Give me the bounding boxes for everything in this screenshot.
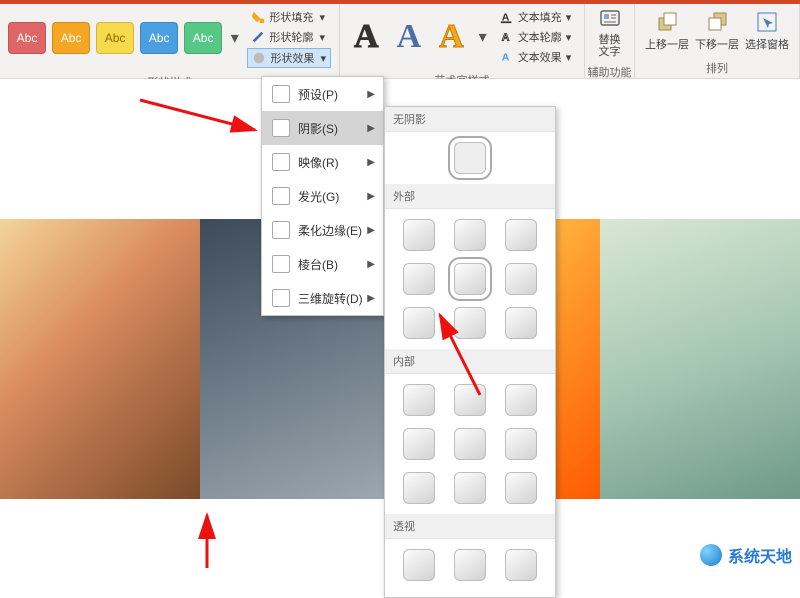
wordart-more[interactable]: ▾ <box>476 21 490 53</box>
shadow-option[interactable] <box>403 549 435 581</box>
shape-style-swatch[interactable]: Abc <box>52 22 90 54</box>
menu-reflection[interactable]: 映像(R)▶ <box>262 145 383 179</box>
shape-style-more[interactable]: ▾ <box>228 22 241 54</box>
shape-style-swatch[interactable]: Abc <box>96 22 134 54</box>
shadow-none[interactable] <box>454 142 486 174</box>
menu-bevel[interactable]: 棱台(B)▶ <box>262 247 383 281</box>
wordart-style[interactable]: A <box>348 18 385 56</box>
watermark: 系统天地 <box>700 543 792 567</box>
group-wordart: A A A ▾ A文本填充▾ A文本轮廓▾ A文本效果▾ 艺术字样式 <box>340 4 585 78</box>
alt-text-button[interactable]: 替换 文字 <box>587 6 632 60</box>
wordart-style[interactable]: A <box>433 18 470 56</box>
shape-outline-button[interactable]: 形状轮廓▾ <box>247 28 331 46</box>
group-label: 排列 <box>635 58 799 79</box>
slide-image[interactable] <box>600 219 800 499</box>
shadow-option[interactable] <box>454 263 486 295</box>
shape-style-swatch[interactable]: Abc <box>184 22 222 54</box>
shape-style-swatch[interactable]: Abc <box>140 22 178 54</box>
text-outline-button[interactable]: A文本轮廓▾ <box>496 28 576 46</box>
shadow-option[interactable] <box>505 263 537 295</box>
gallery-section-none: 无阴影 <box>385 107 555 132</box>
shadow-option[interactable] <box>454 472 486 504</box>
svg-text:A: A <box>501 32 509 44</box>
bring-forward-button[interactable]: 上移一层 <box>643 8 691 54</box>
wordart-style[interactable]: A <box>391 18 428 56</box>
group-arrange: 上移一层 下移一层 选择窗格 排列 <box>635 4 800 78</box>
selection-pane-button[interactable]: 选择窗格 <box>743 8 791 54</box>
shadow-option[interactable] <box>454 549 486 581</box>
menu-3d-rotation[interactable]: 三维旋转(D)▶ <box>262 281 383 315</box>
gallery-section-outer: 外部 <box>385 184 555 209</box>
menu-glow[interactable]: 发光(G)▶ <box>262 179 383 213</box>
shadow-option[interactable] <box>505 219 537 251</box>
menu-shadow[interactable]: 阴影(S)▶ <box>262 111 383 145</box>
slide-image[interactable] <box>0 219 200 499</box>
send-backward-button[interactable]: 下移一层 <box>693 8 741 54</box>
menu-preset[interactable]: 预设(P)▶ <box>262 77 383 111</box>
annotation-arrow <box>195 510 225 575</box>
shadow-option[interactable] <box>505 549 537 581</box>
shadow-option[interactable] <box>403 263 435 295</box>
shadow-option[interactable] <box>403 219 435 251</box>
ribbon: Abc Abc Abc Abc Abc ▾ 形状填充▾ 形状轮廓▾ 形状效果▾ … <box>0 4 800 79</box>
annotation-arrow <box>430 310 490 405</box>
shadow-option[interactable] <box>403 428 435 460</box>
globe-icon <box>700 544 722 566</box>
shape-fill-button[interactable]: 形状填充▾ <box>247 8 331 26</box>
text-effects-button[interactable]: A文本效果▾ <box>496 48 576 66</box>
shadow-option[interactable] <box>505 384 537 416</box>
menu-soft-edges[interactable]: 柔化边缘(E)▶ <box>262 213 383 247</box>
shape-effects-menu: 预设(P)▶ 阴影(S)▶ 映像(R)▶ 发光(G)▶ 柔化边缘(E)▶ 棱台(… <box>261 76 384 316</box>
gallery-section-perspective: 透视 <box>385 514 555 539</box>
shadow-option[interactable] <box>454 219 486 251</box>
annotation-arrow <box>140 100 270 155</box>
shadow-option[interactable] <box>403 472 435 504</box>
shape-style-swatch[interactable]: Abc <box>8 22 46 54</box>
text-fill-button[interactable]: A文本填充▾ <box>496 8 576 26</box>
shadow-option[interactable] <box>505 428 537 460</box>
group-accessibility: 替换 文字 辅助功能 <box>585 4 635 78</box>
shadow-option[interactable] <box>505 472 537 504</box>
group-shape-styles: Abc Abc Abc Abc Abc ▾ 形状填充▾ 形状轮廓▾ 形状效果▾ … <box>0 4 340 78</box>
shadow-option[interactable] <box>454 428 486 460</box>
shape-effects-button[interactable]: 形状效果▾ <box>247 48 331 68</box>
svg-text:A: A <box>501 52 509 64</box>
shadow-option[interactable] <box>505 307 537 339</box>
